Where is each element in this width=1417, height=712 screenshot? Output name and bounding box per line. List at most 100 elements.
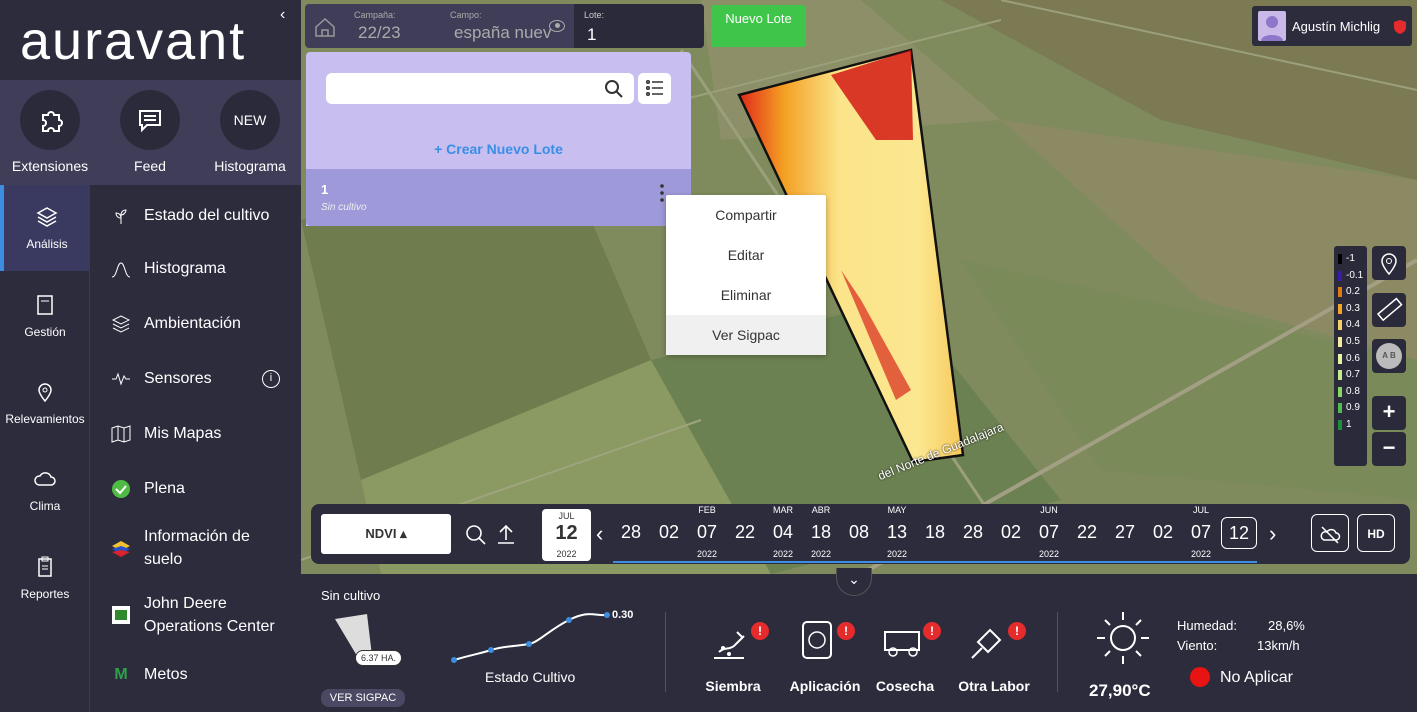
lote-list-item[interactable]: 1 Sin cultivo bbox=[306, 169, 691, 226]
date-item[interactable]: 13 bbox=[879, 522, 915, 543]
john-deere-icon bbox=[110, 604, 132, 626]
cloud-off-icon bbox=[1320, 526, 1341, 544]
index-selector[interactable]: NDVI ▴ bbox=[321, 514, 451, 554]
list-view-button[interactable] bbox=[638, 73, 671, 104]
year-label: 2022 bbox=[772, 549, 794, 559]
shortcut-extensiones[interactable]: Extensiones bbox=[10, 90, 90, 174]
user-name: Agustín Michlig bbox=[1292, 19, 1381, 34]
date-item[interactable]: 07 bbox=[689, 522, 725, 543]
date-item[interactable]: 07 bbox=[1031, 522, 1067, 543]
zoom-in-button[interactable]: + bbox=[1372, 396, 1406, 430]
task-siembra[interactable]: ! Siembra bbox=[701, 618, 769, 698]
menu-item-ver-sigpac[interactable]: Ver Sigpac bbox=[666, 315, 826, 355]
date-item[interactable]: 08 bbox=[841, 522, 877, 543]
date-item[interactable]: 07 bbox=[1183, 522, 1219, 543]
nav-label: Relevamientos bbox=[5, 412, 85, 426]
nav-gestion[interactable]: Gestión bbox=[0, 273, 90, 359]
shortcut-histograma[interactable]: NEW Histograma bbox=[210, 90, 290, 174]
date-item[interactable]: 18 bbox=[803, 522, 839, 543]
menu-metos[interactable]: M Metos bbox=[90, 663, 301, 686]
nav-analisis[interactable]: Análisis bbox=[0, 185, 90, 271]
date-item[interactable]: 02 bbox=[651, 522, 687, 543]
shovel-icon bbox=[971, 628, 1002, 659]
menu-label: John Deere Operations Center bbox=[144, 595, 275, 635]
date-item[interactable]: 18 bbox=[917, 522, 953, 543]
shortcut-label: Histograma bbox=[214, 158, 286, 174]
divider bbox=[665, 612, 666, 692]
task-cosecha[interactable]: ! Cosecha bbox=[873, 618, 949, 698]
date-item[interactable]: 22 bbox=[727, 522, 763, 543]
create-lote-link[interactable]: + Crear Nuevo Lote bbox=[306, 141, 691, 157]
info-icon[interactable]: i bbox=[262, 369, 280, 388]
nav-clima[interactable]: Clima bbox=[0, 447, 90, 533]
lote-label: Lote: bbox=[584, 10, 605, 20]
task-label: Cosecha bbox=[875, 678, 935, 694]
hd-button[interactable]: HD bbox=[1357, 514, 1395, 552]
nav-relevamientos[interactable]: Relevamientos bbox=[0, 360, 90, 446]
next-dates-icon[interactable]: › bbox=[1269, 521, 1276, 547]
date-item[interactable]: 27 bbox=[1107, 522, 1143, 543]
menu-label: Estado del cultivo bbox=[144, 207, 270, 224]
legend-value: 0.9 bbox=[1346, 402, 1360, 414]
menu-item-eliminar[interactable]: Eliminar bbox=[666, 275, 826, 315]
date-item[interactable]: 02 bbox=[1145, 522, 1181, 543]
humidity-value: 28,6% bbox=[1268, 618, 1305, 633]
metos-icon: M bbox=[114, 665, 128, 683]
zoom-out-button[interactable]: − bbox=[1372, 432, 1406, 466]
plena-icon bbox=[110, 478, 132, 500]
field-label: Campo: bbox=[450, 10, 482, 20]
menu-ambientacion[interactable]: Ambientación bbox=[90, 312, 301, 335]
menu-histograma[interactable]: Histograma bbox=[90, 257, 301, 280]
date-item[interactable]: 22 bbox=[1069, 522, 1105, 543]
date-item[interactable]: 28 bbox=[955, 522, 991, 543]
ab-compare-button[interactable]: A B bbox=[1372, 339, 1406, 373]
logo-text: auravant bbox=[20, 11, 247, 71]
menu-item-compartir[interactable]: Compartir bbox=[666, 195, 826, 235]
nav-reportes[interactable]: Reportes bbox=[0, 535, 90, 621]
nav-label: Gestión bbox=[24, 325, 66, 339]
field-selector[interactable]: Campo: españa nuev bbox=[450, 4, 560, 48]
menu-info-suelo[interactable]: Información de suelo bbox=[90, 525, 301, 571]
date-item[interactable]: 04 bbox=[765, 522, 801, 543]
search-icon[interactable] bbox=[604, 79, 624, 99]
user-menu[interactable]: Agustín Michlig bbox=[1252, 6, 1412, 46]
date-item[interactable]: 28 bbox=[613, 522, 649, 543]
menu-john-deere[interactable]: John Deere Operations Center bbox=[90, 592, 301, 638]
cloud-filter-button[interactable] bbox=[1311, 514, 1349, 552]
measure-button[interactable] bbox=[1372, 293, 1406, 327]
collapse-panel-icon[interactable]: ⌄ bbox=[836, 568, 872, 596]
prev-dates-icon[interactable]: ‹ bbox=[596, 521, 603, 547]
location-pin-button[interactable] bbox=[1372, 246, 1406, 280]
ver-sigpac-button[interactable]: VER SIGPAC bbox=[321, 689, 405, 707]
home-icon[interactable] bbox=[313, 16, 337, 38]
lote-selector[interactable]: Lote: 1 bbox=[574, 4, 704, 48]
shortcut-feed[interactable]: Feed bbox=[110, 90, 190, 174]
task-otra-labor[interactable]: ! Otra Labor bbox=[956, 618, 1036, 698]
pin-icon bbox=[38, 383, 52, 403]
menu-label: Sensores bbox=[144, 370, 212, 387]
search-icon[interactable] bbox=[465, 524, 487, 546]
menu-item-editar[interactable]: Editar bbox=[666, 235, 826, 275]
more-options-icon[interactable] bbox=[659, 183, 665, 203]
search-field[interactable] bbox=[334, 79, 594, 99]
menu-mis-mapas[interactable]: Mis Mapas bbox=[90, 422, 301, 445]
legend-value: 0.4 bbox=[1346, 319, 1360, 331]
date-item[interactable]: 12 bbox=[1221, 517, 1257, 549]
nav-label: Clima bbox=[29, 499, 61, 513]
new-lote-button[interactable]: Nuevo Lote bbox=[711, 5, 806, 47]
menu-sensores[interactable]: Sensores i bbox=[90, 367, 301, 390]
current-month: JUL bbox=[558, 511, 575, 521]
menu-estado-cultivo[interactable]: Estado del cultivo bbox=[90, 204, 301, 227]
eye-icon[interactable] bbox=[549, 20, 565, 32]
nav-label: Análisis bbox=[26, 237, 68, 251]
collapse-sidebar-icon[interactable]: ‹ bbox=[280, 6, 294, 23]
upload-icon[interactable] bbox=[495, 523, 517, 545]
campaign-selector[interactable]: Campaña: 22/23 bbox=[354, 4, 434, 48]
search-input[interactable] bbox=[326, 73, 634, 104]
date-item[interactable]: 02 bbox=[993, 522, 1029, 543]
campaign-label: Campaña: bbox=[354, 10, 396, 20]
task-aplicacion[interactable]: ! Aplicación bbox=[785, 618, 865, 698]
legend-swatch bbox=[1338, 320, 1342, 331]
legend-value: 0.6 bbox=[1346, 352, 1360, 364]
menu-plena[interactable]: Plena bbox=[90, 477, 301, 500]
